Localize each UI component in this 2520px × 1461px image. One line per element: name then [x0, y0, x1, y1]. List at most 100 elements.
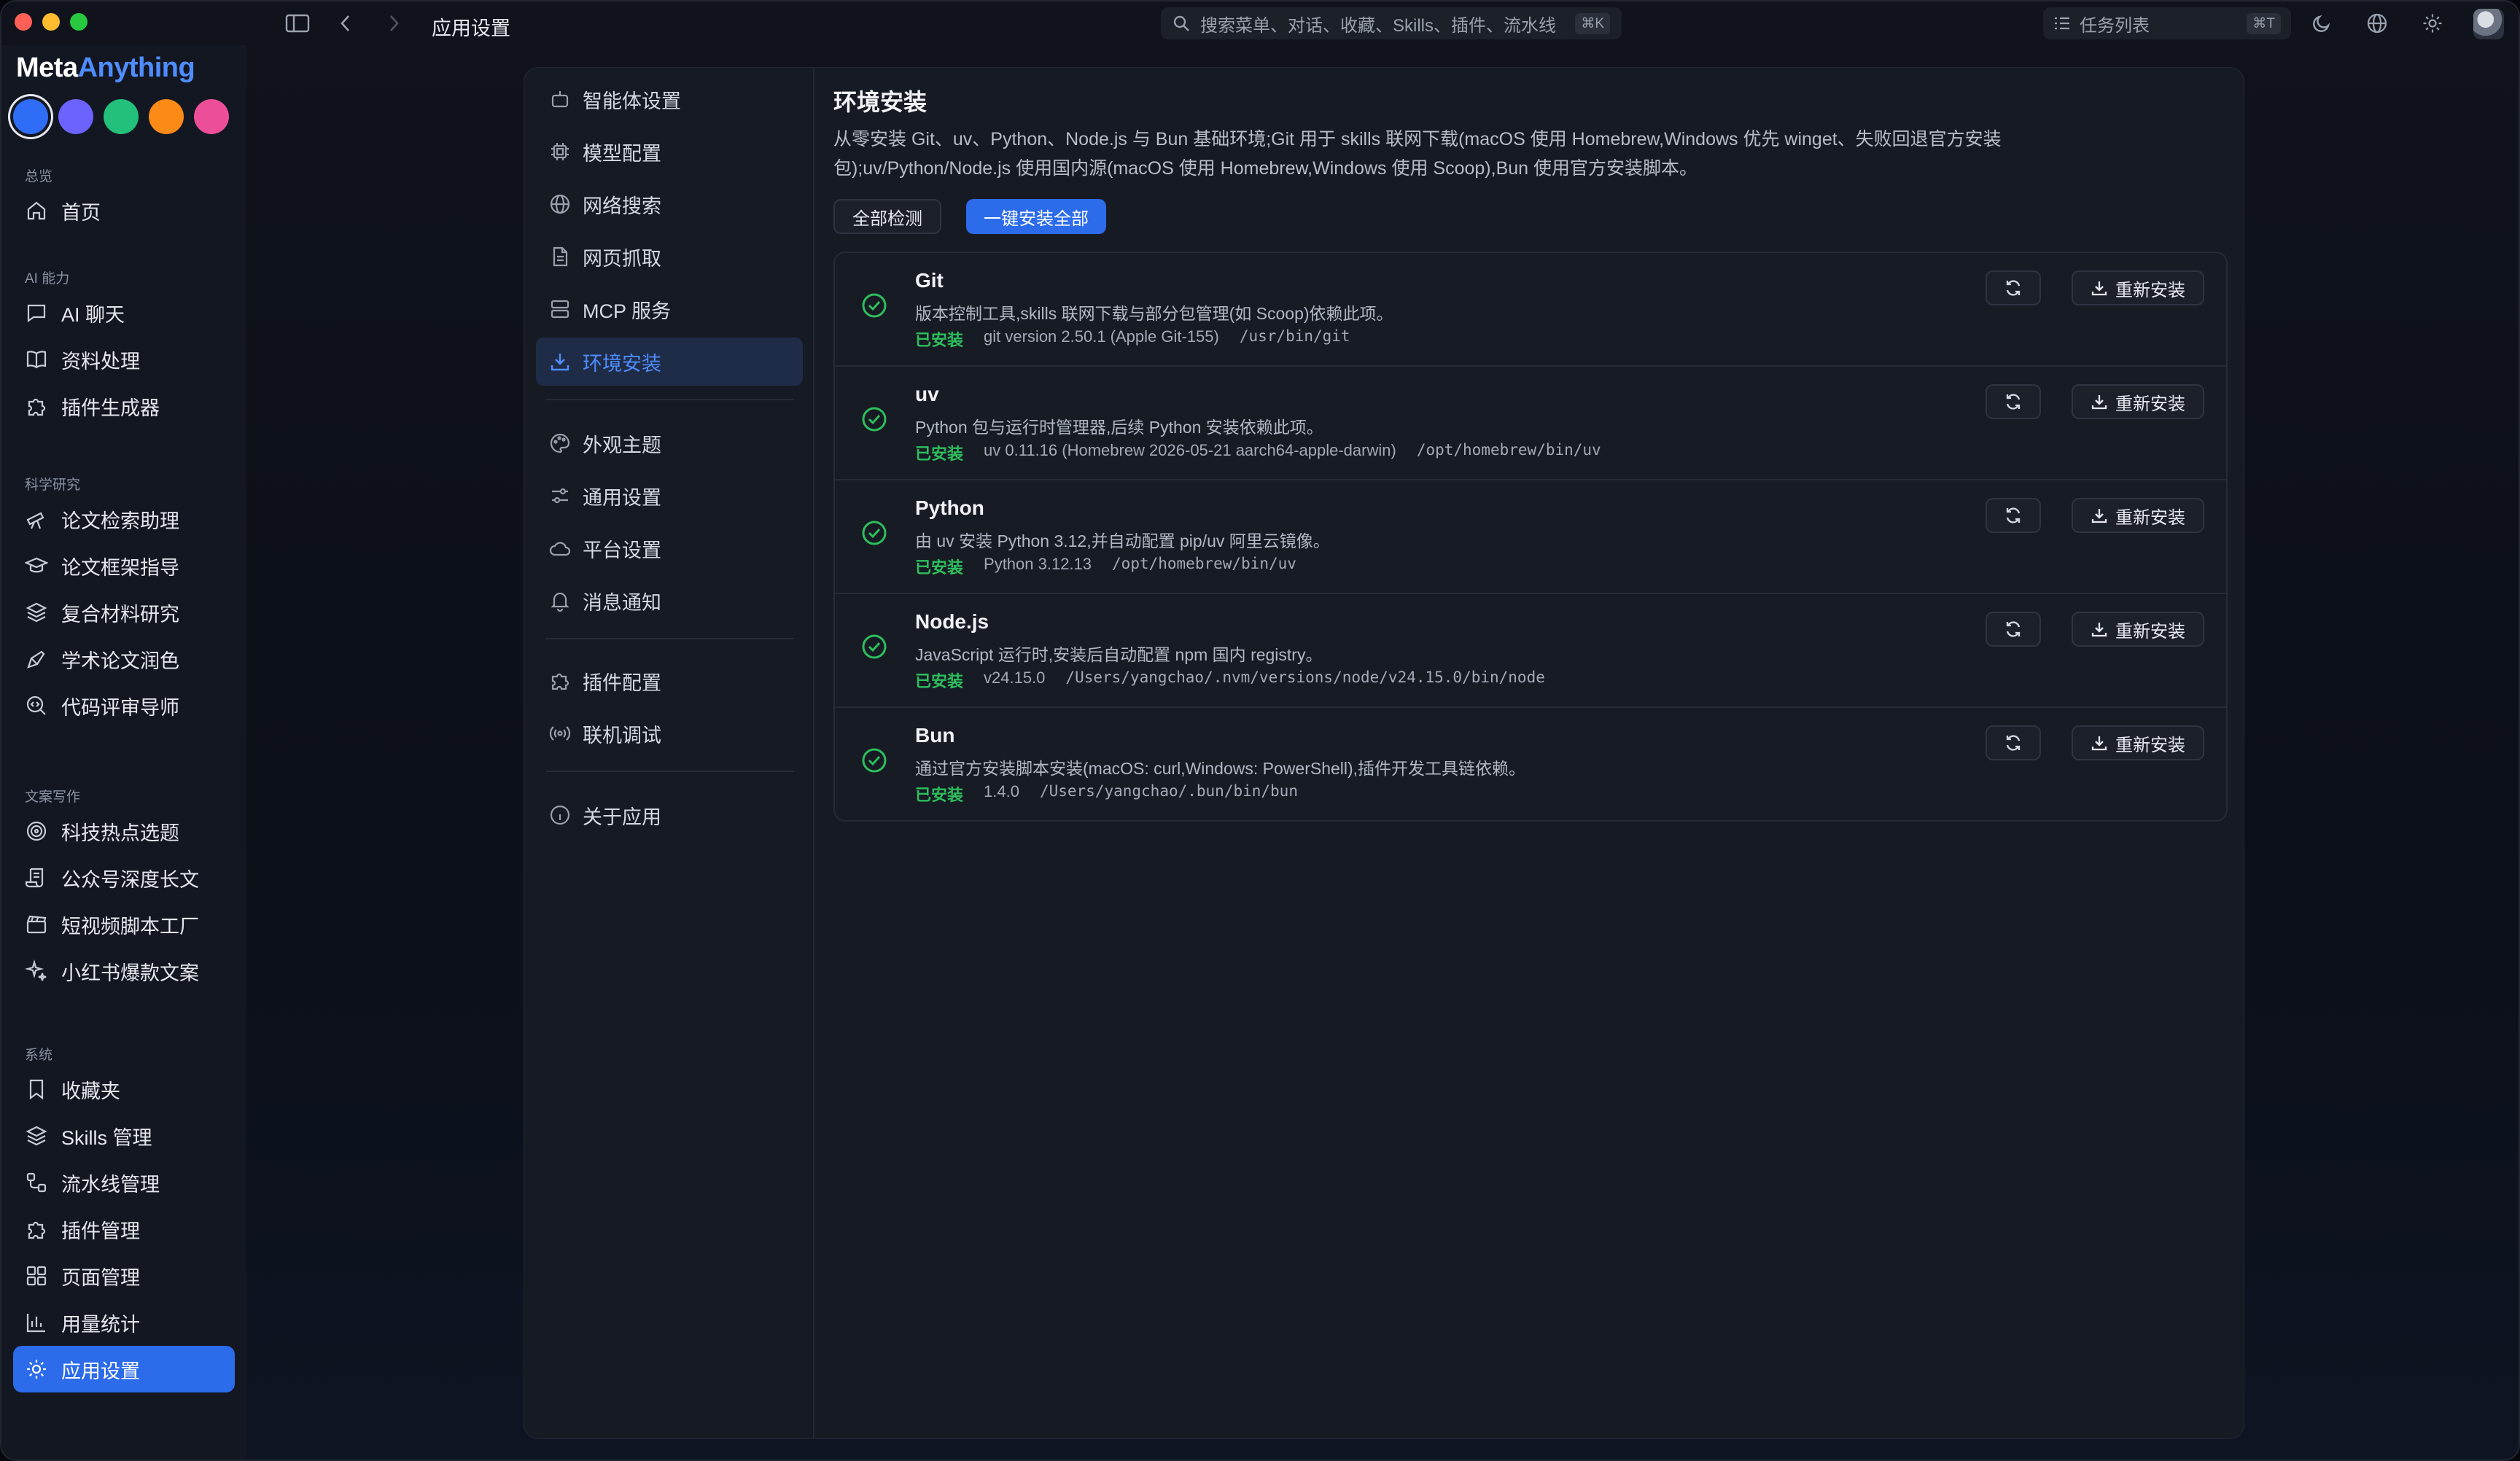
- user-avatar[interactable]: [2473, 9, 2504, 39]
- install-all-button[interactable]: 一键安装全部: [966, 199, 1106, 234]
- reinstall-button[interactable]: 重新安装: [2072, 270, 2204, 305]
- global-search-input[interactable]: 搜索菜单、对话、收藏、Skills、插件、流水线 ⌘K: [1161, 7, 1622, 39]
- theme-swatch-orange[interactable]: [149, 99, 184, 134]
- theme-swatch-blue[interactable]: [13, 99, 48, 134]
- code-search-icon: [26, 696, 46, 715]
- sidebar-item-skills[interactable]: Skills 管理: [13, 1113, 235, 1159]
- status-badge: 已安装: [915, 331, 964, 349]
- settings-nav-about[interactable]: 关于应用: [536, 791, 803, 839]
- recheck-button[interactable]: [1986, 612, 2041, 647]
- settings-gear-icon[interactable]: [2418, 10, 2447, 36]
- settings-nav-agent[interactable]: 智能体设置: [536, 75, 803, 123]
- sidebar: MetaAnything 总览 首页 AI 能力 AI 聊天 资料处理 插件生成…: [1, 45, 246, 1460]
- telescope-icon: [26, 512, 44, 529]
- settings-nav-models[interactable]: 模型配置: [536, 128, 803, 176]
- recheck-button[interactable]: [1986, 384, 2041, 419]
- settings-nav-plugin-config[interactable]: 插件配置: [536, 657, 803, 705]
- sidebar-item-paper-framework[interactable]: 论文框架指导: [13, 542, 235, 589]
- sidebar-item-plugins[interactable]: 插件管理: [13, 1206, 235, 1252]
- tool-meta: 已安装 v24.15.0 /Users/yangchao/.nvm/versio…: [915, 669, 1545, 692]
- sidebar-item-tech-topics[interactable]: 科技热点选题: [13, 808, 235, 854]
- settings-nav-platform[interactable]: 平台设置: [536, 524, 803, 572]
- theme-swatch-purple[interactable]: [58, 99, 93, 134]
- sidebar-item-code-review[interactable]: 代码评审导师: [13, 682, 235, 729]
- sidebar-item-label: 复合材料研究: [61, 603, 179, 626]
- tool-name: Git: [915, 269, 944, 292]
- nav-group-system: 系统 收藏夹 Skills 管理 流水线管理 插件管理 页面管理 用量统计 应用…: [1, 1044, 246, 1392]
- titlebar: 应用设置 搜索菜单、对话、收藏、Skills、插件、流水线 ⌘K 任务列表 ⌘T: [1, 1, 2519, 45]
- forward-icon[interactable]: [379, 10, 408, 36]
- tool-list: Git 版本控制工具,skills 联网下载与部分包管理(如 Scoop)依赖此…: [833, 252, 2228, 822]
- recheck-button[interactable]: [1986, 270, 2041, 305]
- list-icon: [2055, 17, 2069, 30]
- sidebar-item-pages[interactable]: 页面管理: [13, 1252, 235, 1299]
- tool-row-git: Git 版本控制工具,skills 联网下载与部分包管理(如 Scoop)依赖此…: [835, 253, 2226, 367]
- tool-meta: 已安装 uv 0.11.16 (Homebrew 2026-05-21 aarc…: [915, 441, 1601, 464]
- reinstall-button[interactable]: 重新安装: [2072, 384, 2204, 419]
- sidebar-item-xiaohongshu[interactable]: 小红书爆款文案: [13, 948, 235, 994]
- sidebar-item-pipelines[interactable]: 流水线管理: [13, 1159, 235, 1206]
- sidebar-item-label: Skills 管理: [61, 1126, 152, 1149]
- sidebar-item-video-script[interactable]: 短视频脚本工厂: [13, 901, 235, 948]
- sidebar-item-paper-polish[interactable]: 学术论文润色: [13, 636, 235, 682]
- check-circle-icon: [862, 407, 887, 432]
- language-globe-icon[interactable]: [2362, 10, 2392, 36]
- tool-row-python: Python 由 uv 安装 Python 3.12,并自动配置 pip/uv …: [835, 480, 2226, 594]
- settings-nav-general[interactable]: 通用设置: [536, 472, 803, 520]
- sidebar-item-usage[interactable]: 用量统计: [13, 1299, 235, 1346]
- sidebar-item-app-settings[interactable]: 应用设置: [13, 1346, 235, 1392]
- tool-version: v24.15.0: [984, 669, 1046, 687]
- settings-nav-label: 外观主题: [583, 434, 661, 456]
- sidebar-item-composite-research[interactable]: 复合材料研究: [13, 589, 235, 636]
- zoom-window-button[interactable]: [70, 13, 88, 31]
- sidebar-item-label: 插件管理: [61, 1220, 140, 1242]
- download-icon: [2091, 395, 2107, 410]
- task-list-shortcut: ⌘T: [2247, 12, 2281, 34]
- sidebar-item-paper-search[interactable]: 论文检索助理: [13, 496, 235, 542]
- settings-nav-web-scrape[interactable]: 网页抓取: [536, 233, 803, 281]
- sidebar-item-plugin-generator[interactable]: 插件生成器: [13, 383, 235, 429]
- reinstall-label: 重新安装: [2115, 280, 2185, 300]
- settings-nav-env-install[interactable]: 环境安装: [536, 338, 803, 386]
- reinstall-label: 重新安装: [2115, 507, 2185, 528]
- sidebar-item-home[interactable]: 首页: [13, 187, 235, 234]
- minimize-window-button[interactable]: [42, 13, 60, 31]
- sidebar-item-longform[interactable]: 公众号深度长文: [13, 854, 235, 901]
- theme-swatch-pink[interactable]: [194, 99, 229, 134]
- close-window-button[interactable]: [15, 13, 32, 31]
- sidebar-item-favorites[interactable]: 收藏夹: [13, 1066, 235, 1113]
- settings-nav-theme[interactable]: 外观主题: [536, 419, 803, 467]
- dark-mode-icon[interactable]: [2307, 10, 2336, 36]
- back-icon[interactable]: [331, 10, 360, 36]
- tool-path: /Users/yangchao/.bun/bin/bun: [1039, 782, 1298, 800]
- theme-swatch-green[interactable]: [104, 99, 139, 134]
- tool-version: uv 0.11.16 (Homebrew 2026-05-21 aarch64-…: [984, 441, 1396, 459]
- recheck-button[interactable]: [1986, 498, 2041, 533]
- reinstall-button[interactable]: 重新安装: [2072, 612, 2204, 647]
- check-all-button[interactable]: 全部检测: [833, 199, 941, 234]
- settings-nav-label: 智能体设置: [583, 90, 681, 112]
- tool-row-bun: Bun 通过官方安装脚本安装(macOS: curl,Windows: Powe…: [835, 708, 2226, 822]
- refresh-icon: [2006, 394, 2021, 410]
- clapperboard-icon: [26, 915, 47, 934]
- settings-nav-remote-debug[interactable]: 联机调试: [536, 709, 803, 757]
- settings-nav-label: 关于应用: [583, 806, 661, 828]
- book-icon: [26, 351, 47, 369]
- settings-nav-web-search[interactable]: 网络搜索: [536, 180, 803, 228]
- puzzle-icon: [28, 1221, 46, 1239]
- settings-nav-notifications[interactable]: 消息通知: [536, 577, 803, 625]
- task-list-button[interactable]: 任务列表 ⌘T: [2043, 7, 2291, 39]
- sidebar-item-docs[interactable]: 资料处理: [13, 336, 235, 383]
- reinstall-button[interactable]: 重新安装: [2072, 725, 2204, 760]
- brand-logo: MetaAnything: [16, 52, 195, 84]
- tool-version: Python 3.12.13: [984, 555, 1092, 573]
- recheck-button[interactable]: [1986, 725, 2041, 760]
- sidebar-toggle-icon[interactable]: [283, 10, 312, 36]
- gear-icon: [27, 1360, 46, 1379]
- sidebar-item-ai-chat[interactable]: AI 聊天: [13, 289, 235, 336]
- settings-nav-divider: [546, 399, 794, 400]
- settings-nav-label: 平台设置: [583, 539, 661, 561]
- settings-nav-mcp[interactable]: MCP 服务: [536, 285, 803, 333]
- reinstall-button[interactable]: 重新安装: [2072, 498, 2204, 533]
- status-badge: 已安装: [915, 445, 964, 463]
